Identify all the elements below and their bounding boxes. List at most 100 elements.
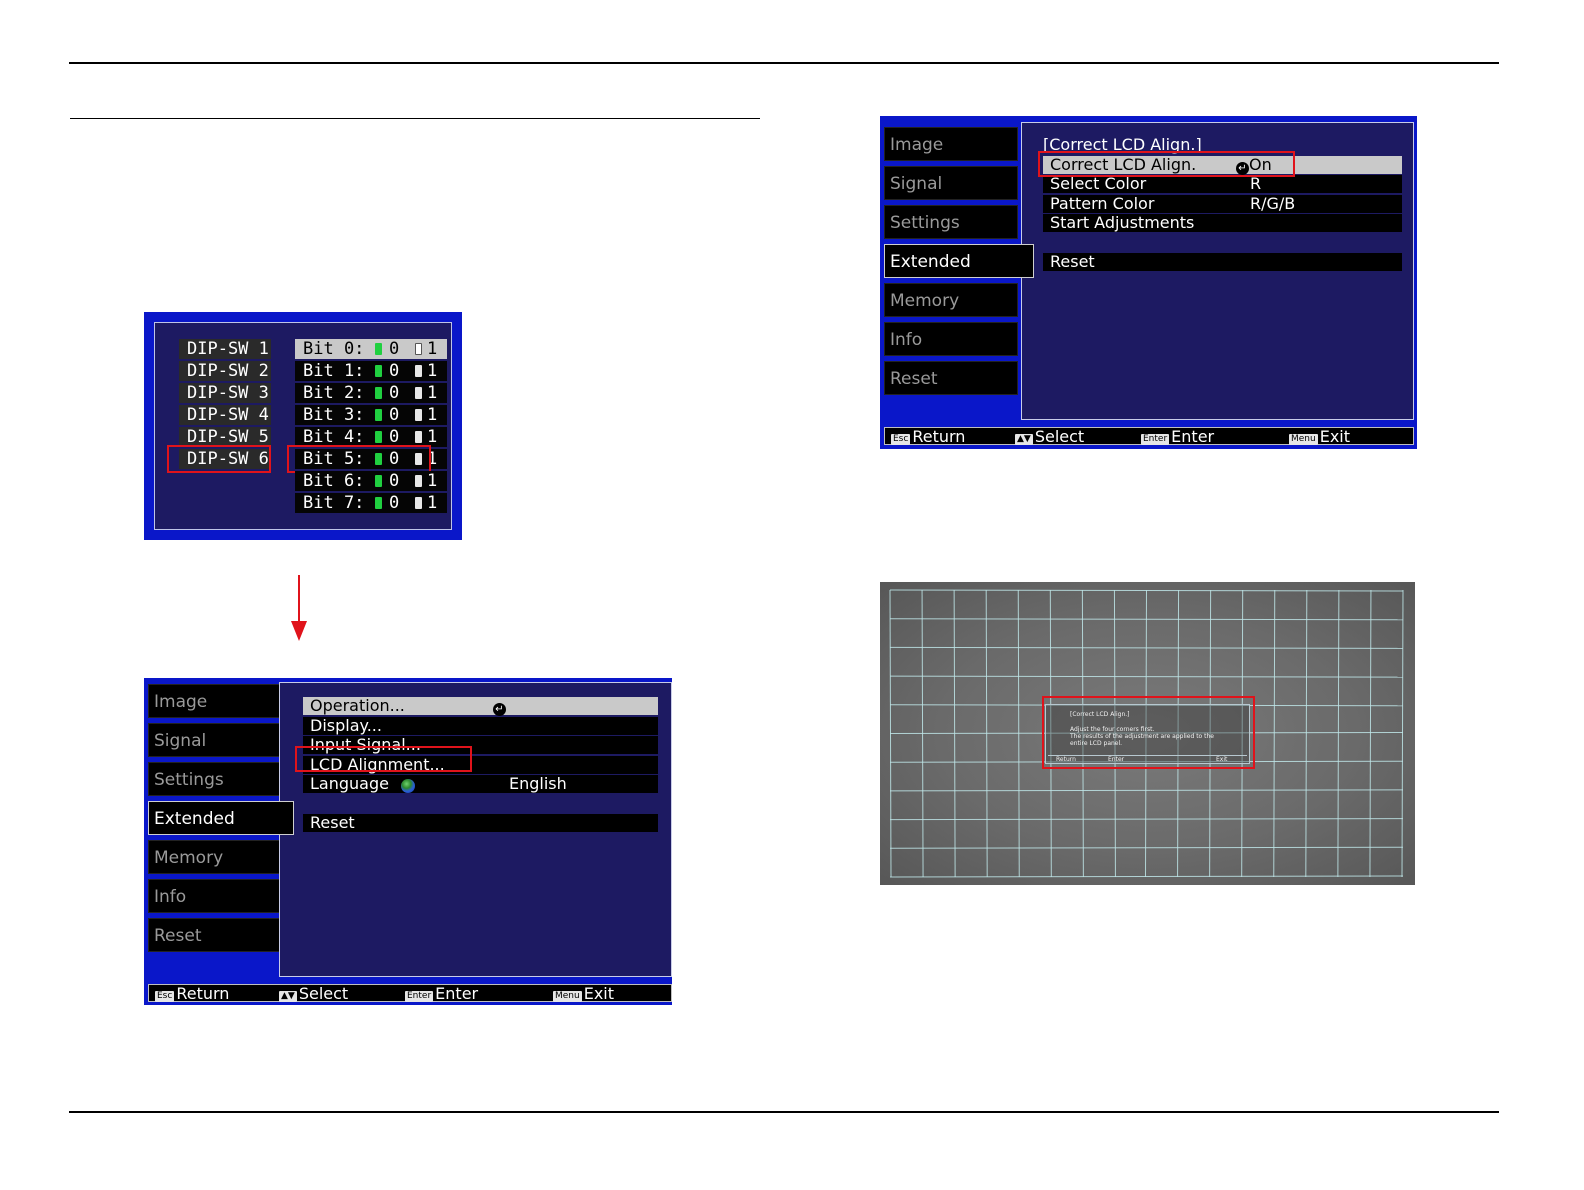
bit-on-indicator-icon bbox=[415, 497, 422, 509]
section-rule bbox=[70, 118, 760, 119]
menu-row-reset[interactable]: Reset bbox=[303, 814, 658, 832]
bit-off-value: 0 bbox=[389, 383, 400, 403]
bit-off-value: 0 bbox=[389, 427, 400, 447]
tab-reset[interactable]: Reset bbox=[148, 918, 282, 952]
tab-info[interactable]: Info bbox=[148, 879, 282, 913]
tab-reset[interactable]: Reset bbox=[884, 361, 1018, 395]
menu-row-pattern-color[interactable]: Pattern Color R/G/B bbox=[1043, 195, 1402, 213]
bit-label: Bit 7: bbox=[303, 493, 365, 513]
correct-lcd-align-highlight bbox=[1038, 151, 1295, 177]
bit-on-indicator-icon bbox=[415, 409, 422, 421]
tab-memory[interactable]: Memory bbox=[884, 283, 1018, 317]
footer-exit: Menu Exit bbox=[1289, 427, 1351, 446]
tab-info[interactable]: Info bbox=[884, 322, 1018, 356]
grid-line bbox=[889, 818, 1404, 821]
bit-label: Bit 1: bbox=[303, 361, 365, 381]
bit-off-value: 0 bbox=[389, 339, 400, 359]
tab-image[interactable]: Image bbox=[148, 684, 282, 718]
bit-on-value: 1 bbox=[427, 339, 438, 359]
tab-image[interactable]: Image bbox=[884, 127, 1018, 161]
bit-on-indicator-icon bbox=[415, 431, 422, 443]
bit-row-2[interactable]: Bit 2: 0 1 bbox=[295, 383, 447, 403]
bit-off-indicator-icon bbox=[375, 431, 382, 443]
bit-row-6[interactable]: Bit 6: 0 1 bbox=[295, 471, 447, 491]
key-exit-icon: Menu bbox=[553, 991, 582, 1002]
bit-off-indicator-icon bbox=[375, 409, 382, 421]
alignment-grid-photo: [Correct LCD Align.] Adjust the four cor… bbox=[880, 582, 1415, 885]
tab-extended[interactable]: Extended bbox=[884, 244, 1034, 278]
menu-row-start-adjustments[interactable]: Start Adjustments bbox=[1043, 214, 1402, 232]
dip-switch-1[interactable]: DIP-SW 1 bbox=[179, 339, 271, 359]
lcd-alignment-highlight bbox=[295, 746, 472, 772]
tab-extended[interactable]: Extended bbox=[148, 801, 294, 835]
grid-line bbox=[889, 789, 1404, 792]
bit-off-value: 0 bbox=[389, 361, 400, 381]
bit-off-value: 0 bbox=[389, 493, 400, 513]
bit-row-4[interactable]: Bit 4: 0 1 bbox=[295, 427, 447, 447]
tab-signal[interactable]: Signal bbox=[148, 723, 282, 757]
bit-on-value: 1 bbox=[427, 361, 438, 381]
bit-row-7[interactable]: Bit 7: 0 1 bbox=[295, 493, 447, 513]
bit-on-value: 1 bbox=[427, 427, 438, 447]
select-color-value: R bbox=[1250, 174, 1262, 193]
grid-line bbox=[889, 646, 1404, 649]
bit-row-3[interactable]: Bit 3: 0 1 bbox=[295, 405, 447, 425]
bit-off-indicator-icon bbox=[375, 475, 382, 487]
footer-exit: Menu Exit bbox=[553, 984, 615, 1003]
bit-label: Bit 4: bbox=[303, 427, 365, 447]
footer-return: Esc Return bbox=[891, 427, 966, 446]
dip-switch-inner: DIP-SW 1 DIP-SW 2 DIP-SW 3 DIP-SW 4 DIP-SW 5… bbox=[154, 322, 452, 530]
footer-return: Esc Return bbox=[155, 984, 230, 1003]
menu-row-operation[interactable]: Operation... ↵ bbox=[303, 697, 658, 716]
tab-memory[interactable]: Memory bbox=[148, 840, 282, 874]
grid-line bbox=[889, 875, 1404, 878]
dip-switch-panel: DIP-SW 1 DIP-SW 2 DIP-SW 3 DIP-SW 4 DIP-SW 5… bbox=[144, 312, 462, 540]
tab-settings[interactable]: Settings bbox=[148, 762, 282, 796]
bit-off-indicator-icon bbox=[375, 343, 382, 355]
key-enter-icon: Enter bbox=[1141, 434, 1170, 445]
key-return-icon: Esc bbox=[891, 434, 911, 445]
bit-off-value: 0 bbox=[389, 471, 400, 491]
language-value: English bbox=[509, 774, 567, 793]
menu-row-language[interactable]: Language English bbox=[303, 775, 658, 793]
dip-switch-2[interactable]: DIP-SW 2 bbox=[179, 361, 271, 381]
grid-line bbox=[889, 589, 1404, 592]
globe-icon bbox=[401, 777, 415, 795]
lcd-align-menu: Image Signal Settings Extended Memory Info Res… bbox=[880, 116, 1417, 449]
bit-on-value: 1 bbox=[427, 493, 438, 513]
extended-menu-content: Operation... ↵ Display... Input Signal..… bbox=[279, 682, 672, 977]
tab-signal[interactable]: Signal bbox=[884, 166, 1018, 200]
dip-switch-3[interactable]: DIP-SW 3 bbox=[179, 383, 271, 403]
bit-row-1[interactable]: Bit 1: 0 1 bbox=[295, 361, 447, 381]
key-enter-icon: Enter bbox=[405, 991, 434, 1002]
grid-line bbox=[889, 675, 1404, 678]
bit-on-indicator-icon bbox=[415, 387, 422, 399]
extended-menu: Image Signal Settings Extended Memory Info Res… bbox=[144, 678, 672, 1005]
enter-icon: ↵ bbox=[493, 697, 506, 716]
bit-off-indicator-icon bbox=[375, 497, 382, 509]
osd-highlight bbox=[1042, 696, 1255, 769]
menu-row-reset[interactable]: Reset bbox=[1043, 253, 1402, 271]
dip-switch-5[interactable]: DIP-SW 5 bbox=[179, 427, 271, 447]
bit-on-value: 1 bbox=[427, 405, 438, 425]
bit-highlight bbox=[287, 445, 431, 473]
key-exit-icon: Menu bbox=[1289, 434, 1318, 445]
grid-line bbox=[1273, 589, 1276, 878]
down-arrow-icon bbox=[291, 575, 307, 641]
menu-row-select-color[interactable]: Select Color R bbox=[1043, 175, 1402, 193]
menu-row-display[interactable]: Display... bbox=[303, 717, 658, 735]
bit-label: Bit 2: bbox=[303, 383, 365, 403]
dip-switch-4[interactable]: DIP-SW 4 bbox=[179, 405, 271, 425]
bit-row-0[interactable]: Bit 0: 0 1 bbox=[295, 339, 447, 359]
bit-off-indicator-icon bbox=[375, 387, 382, 399]
tab-settings[interactable]: Settings bbox=[884, 205, 1018, 239]
bit-label: Bit 6: bbox=[303, 471, 365, 491]
pattern-color-value: R/G/B bbox=[1250, 194, 1296, 213]
top-rule bbox=[69, 62, 1499, 64]
key-select-icon: ▲▼ bbox=[279, 991, 297, 1002]
bit-on-value: 1 bbox=[427, 383, 438, 403]
bit-label: Bit 0: bbox=[303, 339, 365, 359]
bit-off-indicator-icon bbox=[375, 365, 382, 377]
bit-on-indicator-icon bbox=[415, 343, 422, 355]
bit-on-indicator-icon bbox=[415, 475, 422, 487]
